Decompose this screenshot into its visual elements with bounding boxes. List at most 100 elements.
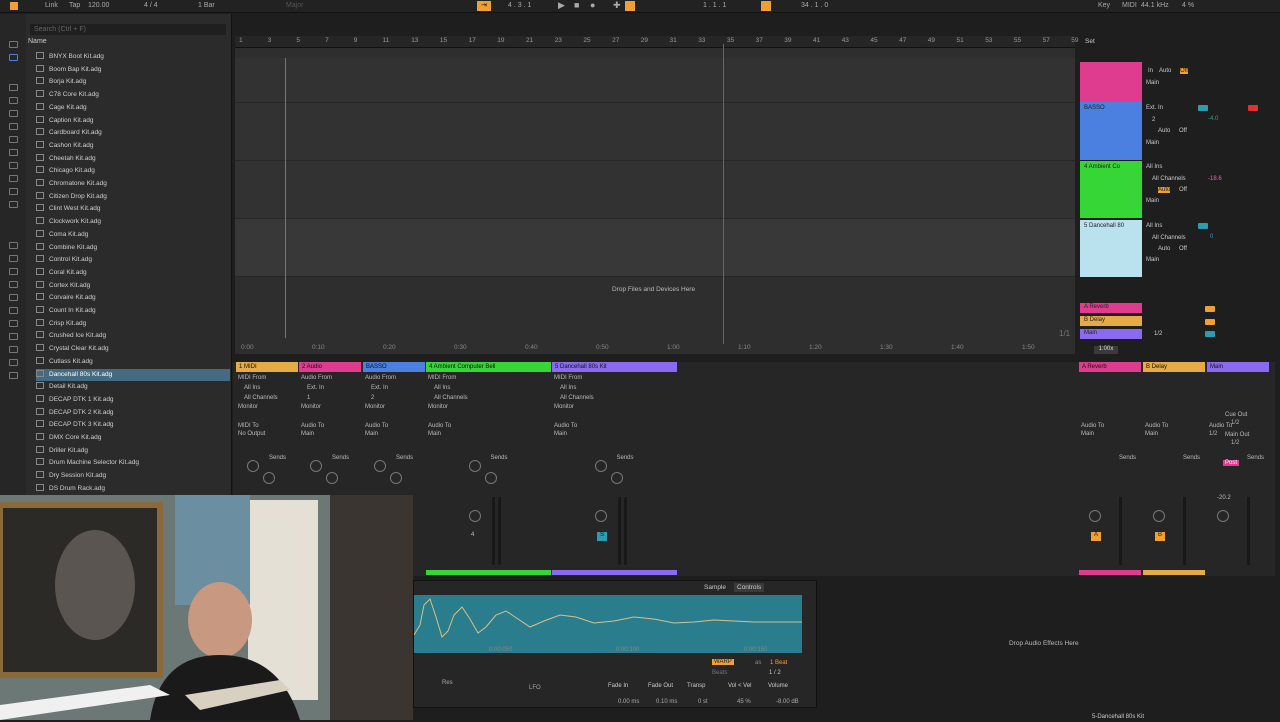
volume-value[interactable]: -8.00 dB [776,699,799,705]
browser-list-item[interactable]: DECAP DTK 1 Kit.adg [36,394,230,406]
main-volume-slider[interactable] [1205,331,1215,337]
output-select[interactable]: 1/2 [1209,431,1217,437]
fade-in-value[interactable]: 0.00 ms [618,699,639,705]
main-output[interactable]: 1/2 [1154,331,1162,337]
basso-auto[interactable]: Auto [1158,128,1170,134]
ambient-volume[interactable]: -18.6 [1208,176,1222,182]
return-header-reverb[interactable]: A Reverb [1080,303,1142,313]
dancehall-output[interactable]: Main [1146,257,1159,263]
arrangement-lane[interactable] [235,161,1075,219]
browser-list-item[interactable]: Dancehall 80s Kit.adg [36,368,230,381]
output-select[interactable]: Main [1145,431,1158,437]
folder-icon[interactable] [9,346,18,353]
tab-sample[interactable]: Sample [704,584,726,591]
main-volume[interactable]: -20.2 [1217,495,1231,501]
folder-icon[interactable] [9,320,18,327]
transpose-value[interactable]: 0 st [698,699,708,705]
samples-icon[interactable] [9,162,18,169]
pan-knob[interactable] [1089,510,1101,522]
basso-arm-button[interactable] [1248,105,1258,111]
browser-list-item[interactable]: Crisp Kit.adg [36,318,230,330]
browser-list-item[interactable]: Cutlass Kit.adg [36,356,230,368]
output-select[interactable]: Main [365,431,378,437]
pan-knob[interactable] [594,510,607,522]
follow-icon[interactable]: ⇥ [477,1,491,11]
ambient-auto[interactable]: Auto [1158,187,1171,193]
main-out-select[interactable]: 1/2 [1231,440,1239,446]
ambient-input[interactable]: All Ins [1146,164,1162,170]
track-header-ambient[interactable]: 4 Ambient Co [1080,161,1142,218]
folder-icon[interactable] [9,359,18,366]
sounds-icon[interactable] [9,84,18,91]
mixer-track-title[interactable]: 2 Audio [299,362,361,372]
delay-b-button[interactable] [1205,319,1215,325]
templates-icon[interactable] [9,201,18,208]
tunings-icon[interactable] [9,188,18,195]
browser-list-item[interactable]: Driller Kit.adg [36,445,230,457]
track2-off[interactable]: Off [1180,68,1188,74]
browser-list-item[interactable]: Chromatone Kit.adg [36,178,230,190]
tab-controls[interactable]: Controls [734,583,765,592]
basso-output[interactable]: Main [1146,140,1159,146]
return-track-title[interactable]: B Delay [1143,362,1205,372]
input-source-select[interactable]: All Ins [434,385,450,391]
input-source-select[interactable]: All Ins [244,385,260,391]
scale-menu[interactable]: Major [286,2,304,9]
effects-icon[interactable] [9,123,18,130]
instruments-icon[interactable] [9,110,18,117]
mixer-track-title[interactable]: 5 Dancehall 80s Kit [552,362,677,372]
cue-out-select[interactable]: 1/2 [1231,420,1239,426]
browser-list-item[interactable]: Dry Session Kit.adg [36,470,230,482]
basso-input[interactable]: Ext. In [1146,105,1163,111]
browser-search-input[interactable]: Search (Ctrl + F) [30,24,226,35]
browser-list-item[interactable]: Corvaire Kit.adg [36,292,230,304]
browser-list-item[interactable]: Crystal Clear Kit.adg [36,343,230,355]
folder-icon[interactable] [9,281,18,288]
input-channel-select[interactable]: 1 [307,395,310,401]
send-a-knob[interactable] [468,460,481,472]
warp-mode[interactable]: Beats [712,670,727,676]
solo-button[interactable]: S [597,532,607,541]
midi-map-button[interactable]: MIDI [1122,2,1137,9]
link-button[interactable]: Link [45,2,58,9]
track2-in[interactable]: In [1148,68,1153,74]
loop-length[interactable]: 34 . 1 . 0 [801,2,828,9]
zoom-level[interactable]: 1:00x [1094,346,1118,354]
send-b-knob[interactable] [484,472,497,484]
arrangement-lane[interactable] [235,219,1075,277]
play-icon[interactable]: ▶ [558,0,565,11]
browser-list-item[interactable]: Clockwork Kit.adg [36,216,230,228]
browser-column-header[interactable]: Name [28,38,47,45]
folder-icon[interactable] [9,307,18,314]
quantize-menu[interactable]: 1 Bar [198,2,215,9]
input-source-select[interactable]: All Ins [560,385,576,391]
pan-knob[interactable] [1153,510,1165,522]
input-channel-select[interactable]: All Channels [434,395,468,401]
browser-list-item[interactable]: Drum Machine Selector Kit.adg [36,457,230,469]
loop-icon[interactable] [761,1,771,11]
return-track-title[interactable]: A Reverb [1079,362,1141,372]
basso-volume-slider[interactable] [1198,105,1208,111]
warp-button[interactable]: WARP [712,659,734,665]
mixer-track-title[interactable]: BASSO [363,362,425,372]
packs-icon[interactable] [9,255,18,262]
record-icon[interactable]: ● [590,0,595,10]
dancehall-auto[interactable]: Auto [1158,246,1170,252]
browser-list-item[interactable]: Detail Kit.adg [36,381,230,393]
browser-list-item[interactable]: Cortex Kit.adg [36,280,230,292]
beat-ruler[interactable]: 1 3 5 7 9 11 13 15 17 19 21 23 25 27 29 31 33 35 37 39 41 43 4… [235,36,1079,48]
track2-auto[interactable]: Auto [1159,68,1171,74]
post-button[interactable]: Post [1223,460,1240,466]
ambient-channel[interactable]: All Channels [1152,176,1186,182]
dancehall-volume-slider[interactable] [1198,223,1208,229]
browser-list-item[interactable]: Chicago Kit.adg [36,165,230,177]
pan-knob[interactable] [1217,510,1229,522]
mixer-track-title[interactable]: 1 MIDI [236,362,298,372]
folder-icon[interactable] [9,333,18,340]
track-header-dancehall[interactable]: 5 Dancehall 80 [1080,220,1142,277]
track-header-audio[interactable] [1080,62,1142,102]
dancehall-volume[interactable]: 0 [1210,234,1213,240]
input-source-select[interactable]: Ext. In [307,385,324,391]
basso-channel[interactable]: 2 [1152,117,1155,123]
key-map-button[interactable]: Key [1098,2,1110,9]
